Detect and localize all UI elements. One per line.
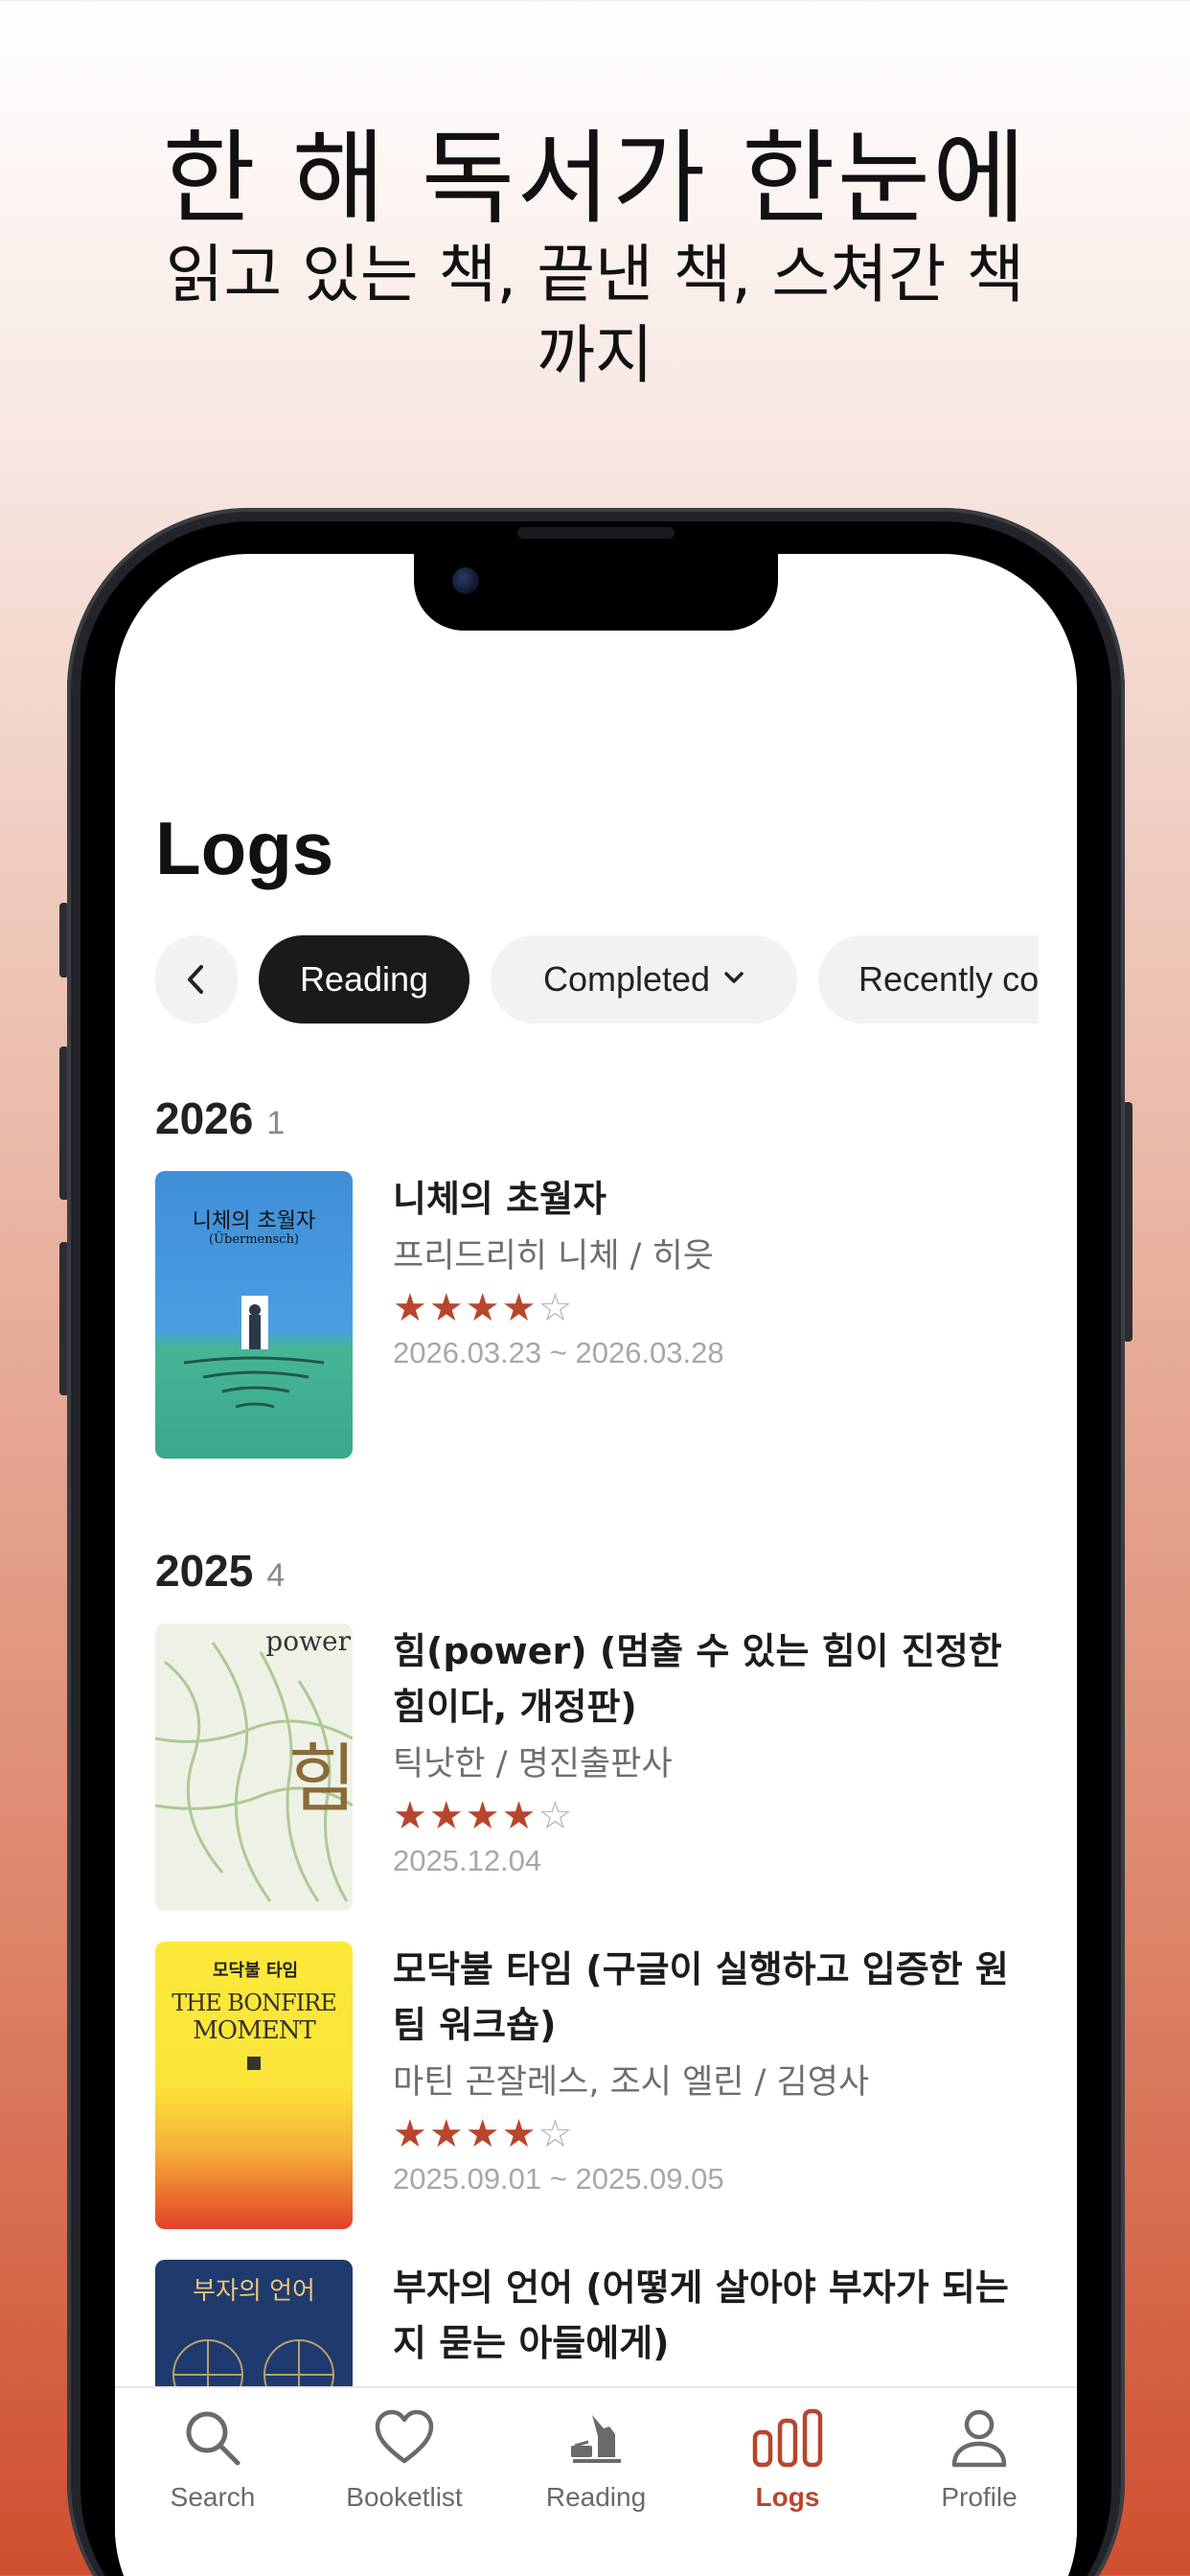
year-label: 2025 [155, 1546, 254, 1596]
tab-reading[interactable]: Reading [500, 2407, 692, 2513]
reading-dates: 2025.12.04 [393, 1844, 542, 1877]
year-header-2025: 2025 4 [155, 1545, 285, 1597]
cover-en-line1: THE BONFIRE [172, 1990, 337, 2016]
book-author: 프리드리히 니체 / 히읏 [393, 1237, 714, 1276]
cover-illustration [183, 1296, 325, 1409]
book-title: 모닥불 타임 (구글이 실행하고 입증한 원팀 워크숍) [393, 1948, 1009, 2046]
cover-big-glyph: 힘 [287, 1736, 353, 1823]
person-icon [951, 2409, 1007, 2468]
book-item[interactable]: 니체의 초월자 (Übermensch) 니체의 초월자 프리드리히 니체 / … [155, 1171, 1039, 1459]
year-count: 1 [266, 1105, 286, 1141]
recently-completed-chip[interactable]: Recently co [818, 935, 1039, 1024]
reading-filter-chip[interactable]: Reading [259, 935, 469, 1024]
completed-filter-chip[interactable]: Completed [491, 935, 797, 1024]
tab-label: Logs [755, 2482, 820, 2512]
book-item[interactable]: power 힘 힘(power) (멈출 수 있는 힘이 진정한 힘이다, 개정… [155, 1623, 1039, 1911]
tab-label: Reading [545, 2482, 647, 2512]
reading-dates: 2026.03.23 ~ 2026.03.28 [393, 1336, 724, 1369]
book-title: 부자의 언어 (어떻게 살아야 부자가 되는지 묻는 아들에게) [393, 2266, 1009, 2364]
completed-chip-label: Completed [542, 959, 711, 999]
reading-dog-icon [571, 2415, 621, 2463]
reading-dates: 2025.09.01 ~ 2025.09.05 [393, 2162, 724, 2196]
app-screen: Logs Reading Completed Recently co 2026 1… [115, 554, 1077, 2576]
book-info: 힘(power) (멈출 수 있는 힘이 진정한 힘이다, 개정판) 틱낫한 /… [393, 1623, 1039, 1878]
phone-speaker [517, 527, 675, 539]
book-cover: 니체의 초월자 (Übermensch) [155, 1171, 353, 1459]
promo-subline: 읽고 있는 책, 끝낸 책, 스쳐간 책까지 [165, 238, 1025, 392]
cover-title: 모닥불 타임 [213, 1961, 299, 1981]
cover-en-line2: MOMENT [193, 2016, 316, 2045]
tab-label: Profile [941, 2482, 1018, 2512]
cover-ornament [247, 2057, 261, 2070]
year-header-2026: 2026 1 [155, 1092, 285, 1144]
rating-stars: ★★★★☆ [393, 1286, 575, 1330]
book-info: 니체의 초월자 프리드리히 니체 / 히읏 ★★★★☆ 2026.03.23 ~… [393, 1171, 1039, 1370]
book-title: 니체의 초월자 [393, 1178, 606, 1220]
tab-booketlist[interactable]: Booketlist [309, 2407, 500, 2513]
tab-label: Search [170, 2482, 256, 2512]
back-chip-button[interactable] [155, 935, 238, 1024]
tab-logs[interactable]: Logs [692, 2407, 883, 2513]
book-cover: power 힘 [155, 1623, 353, 1911]
year-count: 4 [266, 1557, 286, 1594]
book-title: 힘(power) (멈출 수 있는 힘이 진정한 힘이다, 개정판) [393, 1630, 1002, 1728]
book-item[interactable]: 모닥불 타임 THE BONFIRE MOMENT 모닥불 타임 (구글이 실행… [155, 1942, 1039, 2229]
heart-icon [375, 2409, 434, 2464]
page-title: Logs [155, 806, 334, 890]
rating-stars: ★★★★☆ [393, 2112, 575, 2156]
bar-chart-icon [752, 2408, 823, 2468]
tab-label: Booketlist [346, 2482, 463, 2512]
search-icon [186, 2411, 240, 2466]
rating-stars: ★★★★☆ [393, 1794, 575, 1838]
tab-search[interactable]: Search [117, 2407, 309, 2513]
front-camera [452, 567, 479, 594]
year-label: 2026 [155, 1093, 254, 1143]
promo-headline: 한 해 독서가 한눈에 [162, 120, 1028, 238]
tab-profile[interactable]: Profile [883, 2407, 1075, 2513]
bottom-tab-bar: Search Booketlist Reading Logs Profile [115, 2386, 1077, 2576]
book-cover: 모닥불 타임 THE BONFIRE MOMENT [155, 1942, 353, 2229]
book-info: 모닥불 타임 (구글이 실행하고 입증한 원팀 워크숍) 마틴 곤잘레스, 조시… [393, 1942, 1039, 2196]
book-author: 틱낫한 / 명진출판사 [393, 1745, 673, 1783]
book-info: 부자의 언어 (어떻게 살아야 부자가 되는지 묻는 아들에게) [393, 2260, 1039, 2371]
cover-title: power [265, 1625, 351, 1657]
filter-chip-row: Reading Completed Recently co [155, 935, 1039, 1024]
chevron-left-icon [188, 965, 203, 994]
chevron-down-icon [724, 972, 744, 983]
book-author: 마틴 곤잘레스, 조시 엘린 / 김영사 [393, 2063, 870, 2102]
